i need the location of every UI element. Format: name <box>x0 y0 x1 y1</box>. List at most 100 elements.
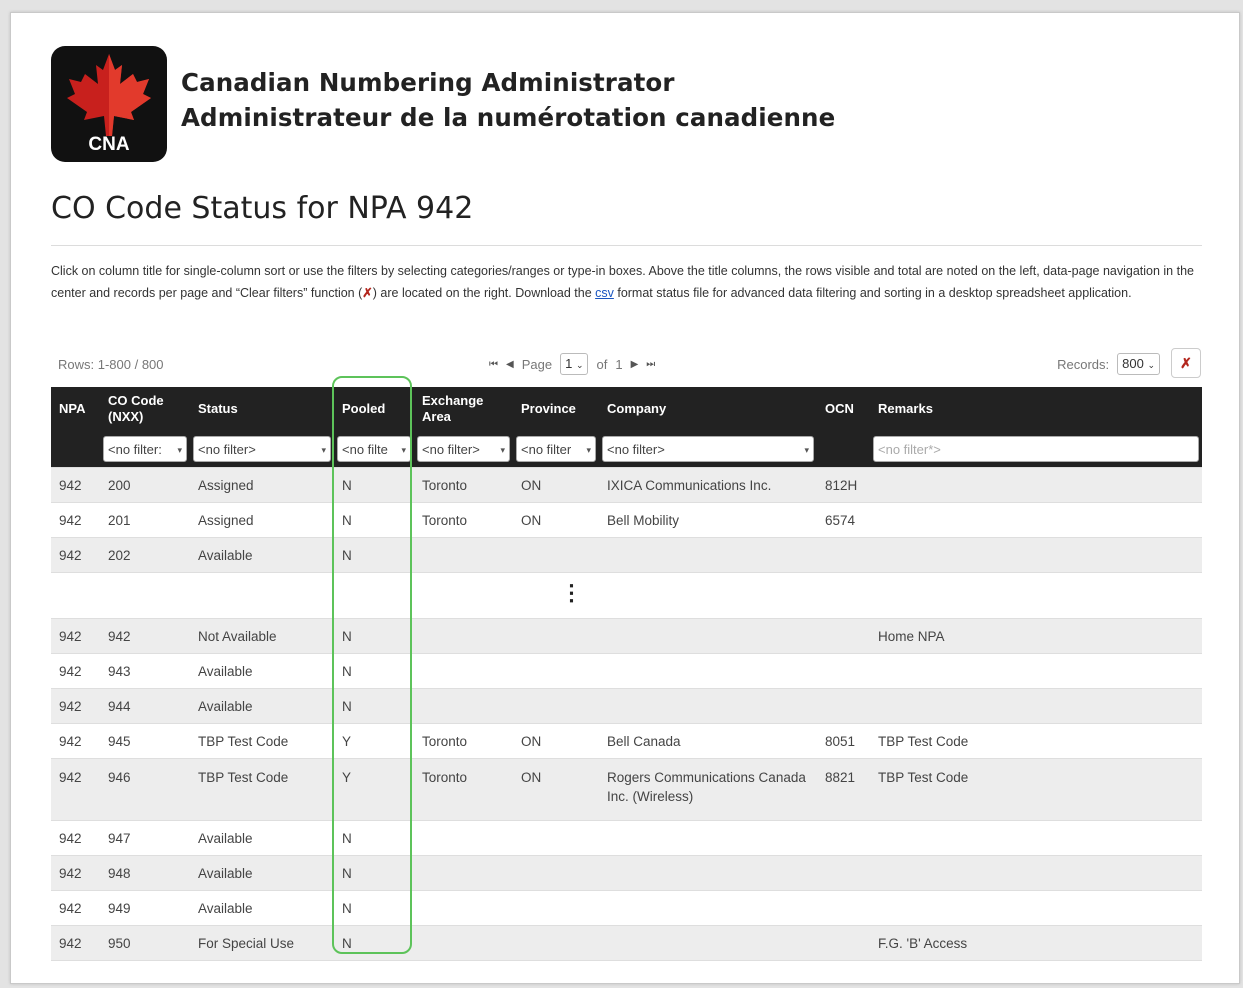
table-body: 942 200 Assigned N Toronto ON IXICA Comm… <box>51 467 1202 961</box>
prev-page-icon[interactable]: ◀ <box>506 359 514 370</box>
records-select[interactable]: 800 ⌄ <box>1117 353 1160 375</box>
cell-company: IXICA Communications Inc. <box>599 467 817 503</box>
cell-ocn <box>817 653 870 689</box>
filter-remarks-input[interactable]: <no filter*> <box>873 436 1199 462</box>
page-total: 1 <box>615 356 623 372</box>
clear-filters-button[interactable]: ✗ <box>1171 348 1201 378</box>
filter-exchange-select[interactable]: <no filter> ▾ <box>417 436 510 462</box>
cell-province <box>513 890 599 926</box>
records-select-value: 800 <box>1122 356 1144 371</box>
page-title: CO Code Status for NPA 942 <box>51 191 474 226</box>
col-pooled[interactable]: Pooled <box>334 387 414 431</box>
cell-company <box>599 855 817 891</box>
cell-remarks <box>870 855 1202 891</box>
last-page-icon[interactable]: ⏭ <box>646 359 655 370</box>
cell-province <box>513 925 599 961</box>
filter-company-select[interactable]: <no filter> ▾ <box>602 436 814 462</box>
col-company[interactable]: Company <box>599 387 817 431</box>
table-row: 942 950 For Special Use N F.G. 'B' Acces… <box>51 925 1202 961</box>
cell-province: ON <box>513 758 599 821</box>
instructions-part3: format status file for advanced data fil… <box>613 285 1132 300</box>
cell-remarks: TBP Test Code <box>870 758 1202 821</box>
next-page-icon[interactable]: ▶ <box>631 359 639 370</box>
table-row: 942 947 Available N <box>51 820 1202 856</box>
cell-status: Assigned <box>190 502 334 538</box>
cell-company: Rogers Communications Canada Inc. (Wirel… <box>599 758 817 821</box>
maple-leaf-icon <box>67 54 151 136</box>
chevron-down-icon: ▾ <box>804 445 809 455</box>
cell-company <box>599 618 817 654</box>
filter-co-code-select[interactable]: <no filter: ▾ <box>103 436 187 462</box>
cell-npa: 942 <box>51 467 100 503</box>
table-controls: Rows: 1-800 / 800 ⏮ ◀ Page 1 ⌄ of 1 ▶ ⏭ … <box>51 347 1202 381</box>
cell-co-code: 949 <box>100 890 190 926</box>
cell-exchange <box>414 890 513 926</box>
filter-pooled-select[interactable]: <no filte ▾ <box>337 436 411 462</box>
cell-co-code: 201 <box>100 502 190 538</box>
cell-province: ON <box>513 723 599 759</box>
chevron-down-icon: ▾ <box>401 445 406 455</box>
chevron-down-icon: ▾ <box>586 445 591 455</box>
cell-company <box>599 688 817 724</box>
cell-company: Bell Canada <box>599 723 817 759</box>
col-ocn[interactable]: OCN <box>817 387 870 431</box>
vertical-ellipsis-icon: ⋮ <box>560 580 583 605</box>
filter-co-code-cell: <no filter: ▾ <box>100 431 190 468</box>
cell-status: Available <box>190 890 334 926</box>
org-name: Canadian Numbering Administrator Adminis… <box>181 65 835 135</box>
cell-exchange: Toronto <box>414 723 513 759</box>
col-co-code[interactable]: CO Code (NXX) <box>100 387 190 431</box>
cell-company <box>599 820 817 856</box>
cell-npa: 942 <box>51 855 100 891</box>
cell-co-code: 947 <box>100 820 190 856</box>
table-row: 942 200 Assigned N Toronto ON IXICA Comm… <box>51 467 1202 503</box>
filter-status-value: <no filter> <box>198 442 256 457</box>
cell-remarks <box>870 653 1202 689</box>
cell-province <box>513 537 599 573</box>
records-per-page: Records: 800 ⌄ <box>1057 353 1160 375</box>
page-select[interactable]: 1 ⌄ <box>560 353 589 375</box>
filter-province-cell: <no filter ▾ <box>513 431 599 468</box>
col-remarks[interactable]: Remarks <box>870 387 1202 431</box>
cell-exchange <box>414 618 513 654</box>
col-exchange-area[interactable]: Exchange Area <box>414 387 513 431</box>
cell-ocn: 8051 <box>817 723 870 759</box>
cell-remarks <box>870 890 1202 926</box>
cell-company <box>599 890 817 926</box>
rows-omitted: ⋮ <box>51 572 1202 619</box>
divider <box>51 245 1202 246</box>
cell-province: ON <box>513 502 599 538</box>
cell-npa: 942 <box>51 502 100 538</box>
cell-remarks <box>870 467 1202 503</box>
col-npa[interactable]: NPA <box>51 387 100 431</box>
chevron-down-icon: ▾ <box>177 445 182 455</box>
filter-company-cell: <no filter> ▾ <box>599 431 817 468</box>
csv-download-link[interactable]: csv <box>595 286 614 300</box>
filter-status-select[interactable]: <no filter> ▾ <box>193 436 331 462</box>
co-code-table: NPA CO Code (NXX) Status Pooled Exchange… <box>51 387 1202 961</box>
col-province[interactable]: Province <box>513 387 599 431</box>
cell-pooled: N <box>334 925 414 961</box>
table-row: 942 944 Available N <box>51 688 1202 724</box>
chevron-down-icon: ▾ <box>500 445 505 455</box>
pagination: ⏮ ◀ Page 1 ⌄ of 1 ▶ ⏭ <box>489 353 655 375</box>
of-label: of <box>596 356 608 372</box>
cell-company <box>599 653 817 689</box>
col-status[interactable]: Status <box>190 387 334 431</box>
filter-pooled-value: <no filte <box>342 442 388 457</box>
cell-co-code: 946 <box>100 758 190 821</box>
cell-ocn: 8821 <box>817 758 870 821</box>
table-row: 942 202 Available N <box>51 537 1202 573</box>
cell-ocn: 812H <box>817 467 870 503</box>
first-page-icon[interactable]: ⏮ <box>489 359 498 370</box>
cell-npa: 942 <box>51 890 100 926</box>
instructions-text: Click on column title for single-column … <box>51 261 1201 304</box>
cell-company: Bell Mobility <box>599 502 817 538</box>
cell-status: Available <box>190 855 334 891</box>
cell-exchange: Toronto <box>414 758 513 821</box>
filter-province-select[interactable]: <no filter ▾ <box>516 436 596 462</box>
cna-logo[interactable]: CNA <box>51 46 167 162</box>
cell-co-code: 200 <box>100 467 190 503</box>
filter-status-cell: <no filter> ▾ <box>190 431 334 468</box>
cell-co-code: 942 <box>100 618 190 654</box>
